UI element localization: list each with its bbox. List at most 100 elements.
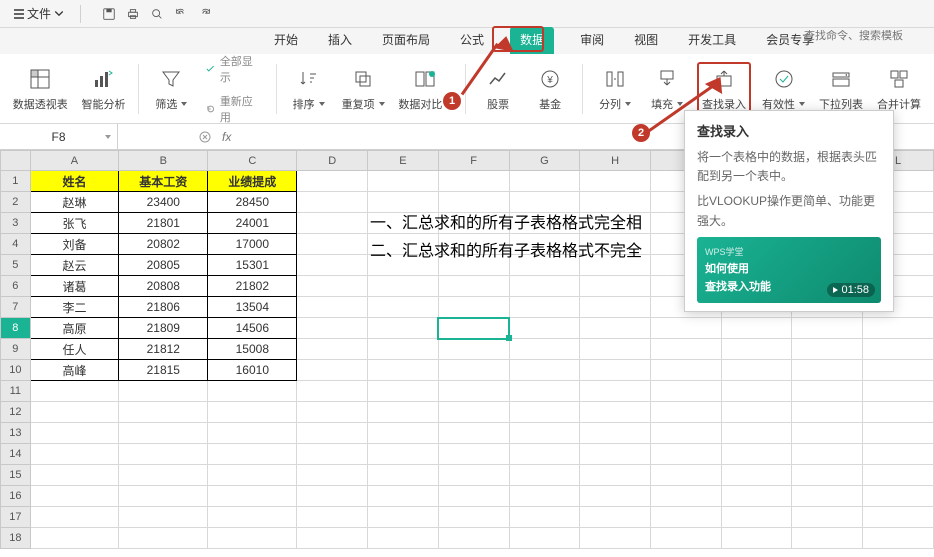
cell-D6[interactable] [297, 276, 368, 297]
pivot-button[interactable]: 数据透视表 [10, 64, 70, 114]
cell-I16[interactable] [651, 486, 722, 507]
redo-icon[interactable] [197, 6, 213, 22]
cell-I17[interactable] [651, 507, 722, 528]
cell-G13[interactable] [509, 423, 580, 444]
cell-L12[interactable] [863, 402, 934, 423]
cell-B6[interactable]: 20808 [119, 276, 208, 297]
cell-A8[interactable]: 高原 [30, 318, 119, 339]
row-header-1[interactable]: 1 [1, 171, 31, 192]
cell-J11[interactable] [721, 381, 792, 402]
cell-G1[interactable] [509, 171, 580, 192]
cell-E13[interactable] [368, 423, 439, 444]
validation-button[interactable]: 有效性 [759, 64, 808, 114]
cell-E7[interactable] [368, 297, 439, 318]
cell-C13[interactable] [208, 423, 297, 444]
cell-C6[interactable]: 21802 [208, 276, 297, 297]
cell-J10[interactable] [721, 360, 792, 381]
cell-E18[interactable] [368, 528, 439, 549]
cell-D14[interactable] [297, 444, 368, 465]
cell-D13[interactable] [297, 423, 368, 444]
cell-L8[interactable] [863, 318, 934, 339]
cell-L11[interactable] [863, 381, 934, 402]
row-header-13[interactable]: 13 [1, 423, 31, 444]
cell-H11[interactable] [580, 381, 651, 402]
cell-G8[interactable] [509, 318, 580, 339]
col-header-E[interactable]: E [368, 151, 439, 171]
cell-J14[interactable] [721, 444, 792, 465]
filter-button[interactable]: 筛选 [149, 64, 193, 114]
cell-C3[interactable]: 24001 [208, 213, 297, 234]
cell-C1[interactable]: 业绩提成 [208, 171, 297, 192]
cell-E14[interactable] [368, 444, 439, 465]
cell-D16[interactable] [297, 486, 368, 507]
cell-K14[interactable] [792, 444, 863, 465]
tab-formula[interactable]: 公式 [456, 27, 488, 54]
row-header-10[interactable]: 10 [1, 360, 31, 381]
cell-G18[interactable] [509, 528, 580, 549]
cell-H6[interactable] [580, 276, 651, 297]
cancel-icon[interactable] [198, 130, 212, 144]
tab-view[interactable]: 视图 [630, 27, 662, 54]
cell-K10[interactable] [792, 360, 863, 381]
cell-J8[interactable] [721, 318, 792, 339]
row-header-17[interactable]: 17 [1, 507, 31, 528]
col-header-A[interactable]: A [30, 151, 119, 171]
cell-L18[interactable] [863, 528, 934, 549]
cell-E6[interactable] [368, 276, 439, 297]
row-header-14[interactable]: 14 [1, 444, 31, 465]
cell-E8[interactable] [368, 318, 439, 339]
cell-J16[interactable] [721, 486, 792, 507]
cell-D17[interactable] [297, 507, 368, 528]
cell-B14[interactable] [119, 444, 208, 465]
row-header-9[interactable]: 9 [1, 339, 31, 360]
cell-D1[interactable] [297, 171, 368, 192]
cell-C10[interactable]: 16010 [208, 360, 297, 381]
cell-A4[interactable]: 刘备 [30, 234, 119, 255]
cell-E17[interactable] [368, 507, 439, 528]
cell-H13[interactable] [580, 423, 651, 444]
cell-B2[interactable]: 23400 [119, 192, 208, 213]
cell-I11[interactable] [651, 381, 722, 402]
cell-G9[interactable] [509, 339, 580, 360]
name-box[interactable]: F8 [0, 124, 118, 149]
cell-I14[interactable] [651, 444, 722, 465]
cell-F8[interactable] [438, 318, 509, 339]
cell-I10[interactable] [651, 360, 722, 381]
cell-B17[interactable] [119, 507, 208, 528]
tab-insert[interactable]: 插入 [324, 27, 356, 54]
cell-H14[interactable] [580, 444, 651, 465]
cell-K8[interactable] [792, 318, 863, 339]
col-header-B[interactable]: B [119, 151, 208, 171]
tooltip-video[interactable]: WPS学堂 如何使用 查找录入功能 01:58 [697, 237, 881, 303]
col-header-G[interactable]: G [509, 151, 580, 171]
row-header-18[interactable]: 18 [1, 528, 31, 549]
cell-F10[interactable] [438, 360, 509, 381]
reapply-button[interactable]: 重新应用 [205, 91, 261, 127]
cell-A18[interactable] [30, 528, 119, 549]
col-header-H[interactable]: H [580, 151, 651, 171]
cell-B5[interactable]: 20805 [119, 255, 208, 276]
cell-A5[interactable]: 赵云 [30, 255, 119, 276]
cell-A9[interactable]: 任人 [30, 339, 119, 360]
cell-I18[interactable] [651, 528, 722, 549]
cell-F7[interactable] [438, 297, 509, 318]
cell-D18[interactable] [297, 528, 368, 549]
cell-A17[interactable] [30, 507, 119, 528]
cell-I12[interactable] [651, 402, 722, 423]
cell-J15[interactable] [721, 465, 792, 486]
row-header-12[interactable]: 12 [1, 402, 31, 423]
row-header-7[interactable]: 7 [1, 297, 31, 318]
cell-A10[interactable]: 高峰 [30, 360, 119, 381]
fund-button[interactable]: ¥ 基金 [528, 64, 572, 114]
cell-C18[interactable] [208, 528, 297, 549]
cell-F11[interactable] [438, 381, 509, 402]
cell-A11[interactable] [30, 381, 119, 402]
cell-I8[interactable] [651, 318, 722, 339]
cell-D4[interactable] [297, 234, 368, 255]
cell-A6[interactable]: 诸葛 [30, 276, 119, 297]
print-icon[interactable] [125, 6, 141, 22]
cell-D11[interactable] [297, 381, 368, 402]
cell-G17[interactable] [509, 507, 580, 528]
cell-G7[interactable] [509, 297, 580, 318]
col-header-C[interactable]: C [208, 151, 297, 171]
